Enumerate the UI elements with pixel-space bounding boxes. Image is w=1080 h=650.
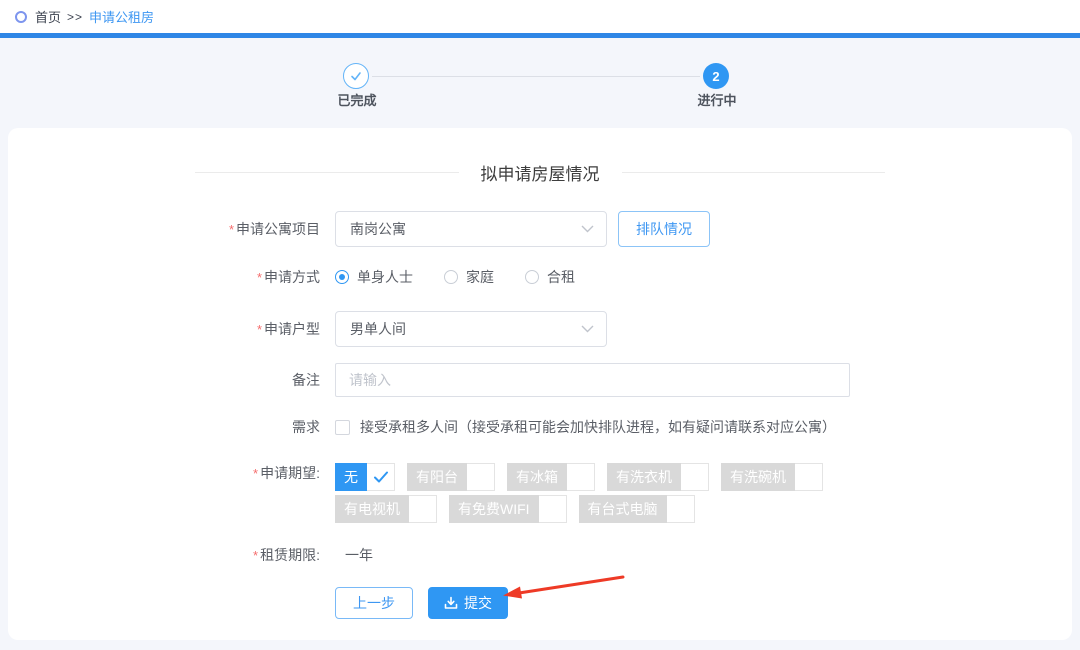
row-project: *申请公寓项目 南岗公寓 排队情况 bbox=[8, 211, 1072, 247]
row-buttons: 上一步 提交 bbox=[8, 587, 1072, 619]
tag-checkbox bbox=[367, 463, 395, 491]
room-type-select-value: 男单人间 bbox=[350, 319, 581, 339]
tag-checkbox bbox=[567, 463, 595, 491]
required-asterisk: * bbox=[253, 466, 258, 481]
required-asterisk: * bbox=[257, 270, 262, 285]
radio-label: 单身人士 bbox=[357, 267, 413, 287]
expectations-label: *申请期望: bbox=[8, 463, 320, 483]
step-done-circle bbox=[343, 63, 369, 89]
home-ring-icon bbox=[15, 11, 27, 23]
radio-icon bbox=[444, 270, 458, 284]
project-select[interactable]: 南岗公寓 bbox=[335, 211, 607, 247]
radio-single-person[interactable]: 单身人士 bbox=[335, 267, 413, 287]
breadcrumb-separator: >> bbox=[67, 10, 83, 24]
tag-checkbox bbox=[409, 495, 437, 523]
submit-button-label: 提交 bbox=[464, 593, 492, 613]
row-apply-type: *申请方式 单身人士 家庭 合租 bbox=[8, 267, 1072, 287]
step-active-label: 进行中 bbox=[697, 90, 736, 109]
tag-checkbox bbox=[667, 495, 695, 523]
tag-checkbox bbox=[681, 463, 709, 491]
tag-desktop-computer[interactable]: 有台式电脑 bbox=[579, 495, 695, 523]
previous-step-button[interactable]: 上一步 bbox=[335, 587, 413, 619]
queue-status-button[interactable]: 排队情况 bbox=[618, 211, 710, 247]
demand-checkbox-text: 接受承租多人间（接受承租可能会加快排队进程，如有疑问请联系对应公寓） bbox=[360, 417, 836, 437]
tag-checkbox bbox=[539, 495, 567, 523]
step-active-circle: 2 bbox=[703, 63, 729, 89]
step-progress: 2 已完成 进行中 bbox=[0, 38, 1080, 128]
radio-family[interactable]: 家庭 bbox=[444, 267, 494, 287]
apply-type-label: *申请方式 bbox=[8, 267, 320, 287]
step-connector bbox=[372, 76, 700, 77]
required-asterisk: * bbox=[257, 322, 262, 337]
step-done-label: 已完成 bbox=[337, 90, 376, 109]
tag-none[interactable]: 无 bbox=[335, 463, 395, 491]
submit-upload-icon bbox=[444, 596, 458, 610]
tag-fridge[interactable]: 有冰箱 bbox=[507, 463, 595, 491]
radio-label: 家庭 bbox=[466, 267, 494, 287]
tag-free-wifi[interactable]: 有免费WIFI bbox=[449, 495, 567, 523]
form-card: 拟申请房屋情况 *申请公寓项目 南岗公寓 排队情况 *申请方式 bbox=[8, 128, 1072, 640]
row-room-type: *申请户型 男单人间 bbox=[8, 311, 1072, 347]
project-label: *申请公寓项目 bbox=[8, 219, 320, 239]
tag-dishwasher[interactable]: 有洗碗机 bbox=[721, 463, 823, 491]
remark-input[interactable] bbox=[335, 363, 850, 397]
chevron-down-icon bbox=[581, 325, 594, 333]
application-form: *申请公寓项目 南岗公寓 排队情况 *申请方式 单身人士 bbox=[8, 211, 1072, 619]
radio-label: 合租 bbox=[547, 267, 575, 287]
form-title-block: 拟申请房屋情况 bbox=[195, 160, 885, 185]
room-type-label: *申请户型 bbox=[8, 319, 320, 339]
lease-term-value: 一年 bbox=[345, 545, 373, 565]
breadcrumb-bar: 首页 >> 申请公租房 bbox=[0, 0, 1080, 33]
tag-washing-machine[interactable]: 有洗衣机 bbox=[607, 463, 709, 491]
step-active-number: 2 bbox=[712, 69, 719, 84]
required-asterisk: * bbox=[229, 222, 234, 237]
required-asterisk: * bbox=[253, 548, 258, 563]
breadcrumb-current[interactable]: 申请公租房 bbox=[89, 7, 154, 26]
tag-tv[interactable]: 有电视机 bbox=[335, 495, 437, 523]
tag-checkbox bbox=[795, 463, 823, 491]
lease-term-label: *租赁期限: bbox=[8, 545, 320, 565]
row-demand: 需求 接受承租多人间（接受承租可能会加快排队进程，如有疑问请联系对应公寓） bbox=[8, 417, 1072, 437]
radio-icon bbox=[525, 270, 539, 284]
radio-icon bbox=[335, 270, 349, 284]
room-type-select[interactable]: 男单人间 bbox=[335, 311, 607, 347]
demand-checkbox[interactable] bbox=[335, 420, 350, 435]
demand-label: 需求 bbox=[8, 417, 320, 437]
row-lease-term: *租赁期限: 一年 bbox=[8, 545, 1072, 565]
remark-label: 备注 bbox=[8, 370, 320, 390]
tag-balcony[interactable]: 有阳台 bbox=[407, 463, 495, 491]
expectation-tags: 无 有阳台 有冰箱 bbox=[335, 463, 855, 523]
title-right-line bbox=[622, 172, 886, 173]
row-expectations: *申请期望: 无 有阳台 bbox=[8, 463, 1072, 523]
tag-checkbox bbox=[467, 463, 495, 491]
chevron-down-icon bbox=[581, 225, 594, 233]
row-remark: 备注 bbox=[8, 363, 1072, 397]
project-select-value: 南岗公寓 bbox=[350, 219, 581, 239]
check-icon bbox=[373, 471, 389, 484]
breadcrumb-home[interactable]: 首页 bbox=[35, 7, 61, 26]
check-icon bbox=[349, 69, 363, 83]
title-left-line bbox=[195, 172, 459, 173]
submit-button[interactable]: 提交 bbox=[428, 587, 508, 619]
form-title: 拟申请房屋情况 bbox=[459, 160, 622, 185]
radio-shared-rent[interactable]: 合租 bbox=[525, 267, 575, 287]
